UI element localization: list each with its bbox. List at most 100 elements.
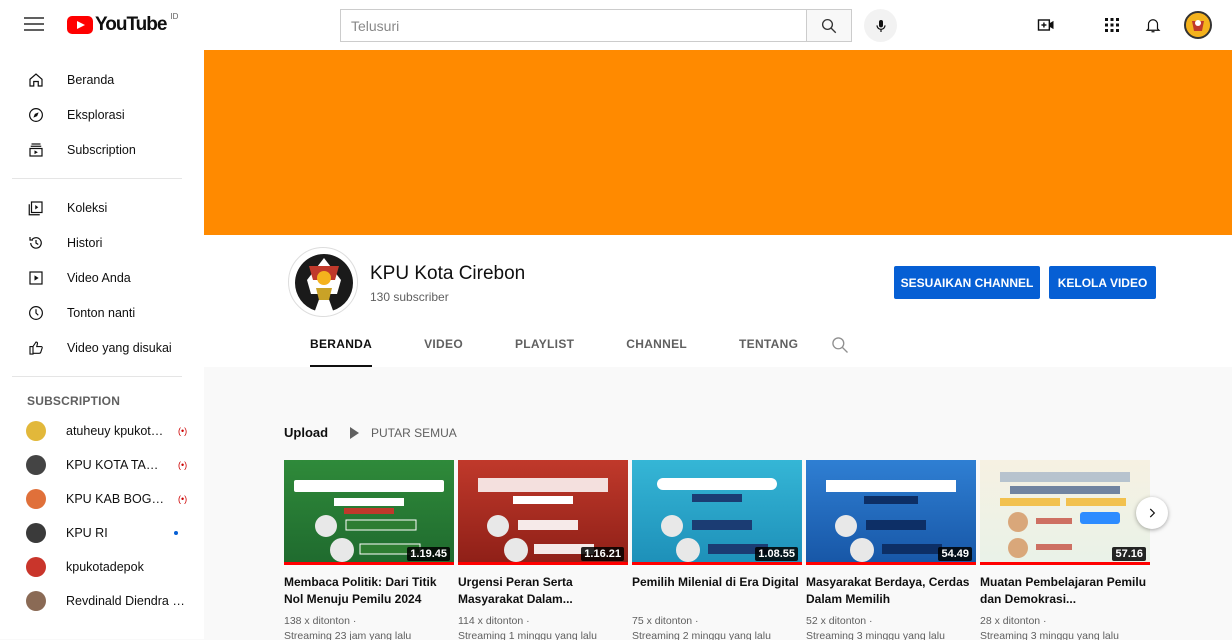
video-duration: 1.08.55 [755,547,798,561]
sidebar-item-label: Subscription [67,142,136,157]
new-content-dot [173,531,178,535]
youtube-logo[interactable]: YouTube ID [67,12,179,36]
channel-avatar [26,591,46,611]
video-duration: 57.16 [1112,547,1146,561]
notifications-button[interactable] [1141,13,1165,37]
chevron-right-icon [1149,508,1156,518]
video-thumbnail[interactable]: 57.16 [980,460,1150,565]
channel-avatar [26,455,46,475]
sidebar-item-label: Eksplorasi [67,107,125,122]
subscription-item[interactable]: Revdinald Diendra Gi... [0,584,204,618]
watch-progress-bar [632,562,802,565]
channel-avatar [26,557,46,577]
subscription-item[interactable]: KPU KAB BOGOR (•) [0,482,204,516]
subscription-item[interactable]: atuheuy kpukotab... (•) [0,414,204,448]
kpu-emblem-icon [291,250,357,316]
watch-progress-bar [806,562,976,565]
video-thumbnail[interactable]: 1.08.55 [632,460,802,565]
video-time: Streaming 2 minggu yang lalu [632,630,771,640]
tab-beranda[interactable]: BERANDA [284,329,398,367]
play-all-button[interactable]: PUTAR SEMUA [350,426,457,440]
sidebar-item-beranda[interactable]: Beranda [0,62,204,97]
history-icon [29,236,42,249]
shelf-next-button[interactable] [1136,497,1168,529]
search-box [340,9,806,42]
sidebar-item-eksplorasi[interactable]: Eksplorasi [0,97,204,132]
apps-grid-icon [1105,18,1119,32]
video-card[interactable]: 1.19.45 Membaca Politik: Dari Titik Nol … [284,460,454,640]
video-time: Streaming 1 minggu yang lalu [458,630,597,640]
sidebar-item-tonton-nanti[interactable]: Tonton nanti [0,295,204,330]
channel-name: KPU Kota Cirebon [370,263,526,284]
video-title[interactable]: Masyarakat Berdaya, Cerdas Dalam Memilih [806,574,976,608]
compass-icon [29,107,43,122]
subscription-name: kpukotadepok [66,560,144,574]
subscription-item[interactable]: kpukotadepok [0,550,204,584]
channel-avatar[interactable] [288,247,358,317]
bell-icon [1145,19,1161,33]
sidebar-item-label: Tonton nanti [67,305,136,320]
sidebar-item-label: Beranda [67,72,115,87]
video-thumbnail[interactable]: 1.16.21 [458,460,628,565]
channel-avatar [26,489,46,509]
apps-button[interactable] [1100,13,1124,37]
tab-tentang[interactable]: TENTANG [713,329,824,367]
sidebar-item-label: Video Anda [67,270,131,285]
search-input[interactable] [341,10,806,41]
video-title[interactable]: Pemilih Milenial di Era Digital [632,574,802,608]
create-button[interactable] [1034,13,1058,37]
video-title[interactable]: Urgensi Peran Serta Masyarakat Dalam... [458,574,628,608]
subscription-item[interactable]: KPU KOTA TASIK... (•) [0,448,204,482]
sidebar-item-label: Koleksi [67,200,108,215]
live-icon: (•) [178,460,188,470]
video-title[interactable]: Membaca Politik: Dari Titik Nol Menuju P… [284,574,454,608]
sidebar-divider [12,178,182,179]
library-icon [28,200,43,215]
subscriber-count: 130 subscriber [370,290,449,304]
subscription-name: KPU KOTA TASIK... [66,458,166,472]
video-card[interactable]: 57.16 Muatan Pembelajaran Pemilu dan Dem… [980,460,1150,640]
youtube-play-icon [67,16,93,34]
search-button[interactable] [806,9,852,42]
subscriptions-icon [29,142,43,157]
sidebar-item-histori[interactable]: Histori [0,225,204,260]
subscription-item[interactable]: KPU RI [0,516,204,550]
subscription-name: KPU RI [66,526,108,540]
sidebar-item-koleksi[interactable]: Koleksi [0,190,204,225]
customize-channel-button[interactable]: SESUAIKAN CHANNEL [894,266,1040,299]
channel-search-icon[interactable] [830,335,850,355]
channel-avatar [26,421,46,441]
video-views: 75 x ditonton · [632,615,699,627]
section-title-upload[interactable]: Upload [284,425,328,440]
logo-text: YouTube [95,14,167,35]
country-code: ID [170,12,179,21]
channel-header: KPU Kota Cirebon 130 subscriber SESUAIKA… [204,235,1232,367]
video-card[interactable]: 54.49 Masyarakat Berdaya, Cerdas Dalam M… [806,460,976,640]
account-avatar[interactable] [1184,11,1212,39]
video-title[interactable]: Muatan Pembelajaran Pemilu dan Demokrasi… [980,574,1150,608]
sidebar-item-video-disukai[interactable]: Video yang disukai [0,330,204,365]
channel-banner [204,50,1232,235]
tab-playlist[interactable]: PLAYLIST [489,329,600,367]
sidebar-item-video-anda[interactable]: Video Anda [0,260,204,295]
video-thumbnail[interactable]: 1.19.45 [284,460,454,565]
kpu-emblem-icon [1186,13,1210,37]
video-duration: 1.16.21 [581,547,624,561]
subscription-name: atuheuy kpukotab... [66,424,166,438]
video-views: 138 x ditonton · [284,615,357,627]
search-icon [821,18,837,33]
voice-search-button[interactable] [864,9,897,42]
video-card[interactable]: 1.16.21 Urgensi Peran Serta Masyarakat D… [458,460,628,640]
video-card[interactable]: 1.08.55 Pemilih Milenial di Era Digital … [632,460,802,640]
video-views: 52 x ditonton · [806,615,873,627]
video-thumbnail[interactable]: 54.49 [806,460,976,565]
tab-channel[interactable]: CHANNEL [600,329,713,367]
watch-progress-bar [284,562,454,565]
watch-progress-bar [980,562,1150,565]
play-all-label: PUTAR SEMUA [371,426,457,440]
sidebar-item-subscription[interactable]: Subscription [0,132,204,167]
video-duration: 1.19.45 [407,547,450,561]
tab-video[interactable]: VIDEO [398,329,489,367]
manage-videos-button[interactable]: KELOLA VIDEO [1049,266,1156,299]
menu-icon[interactable] [24,14,44,34]
